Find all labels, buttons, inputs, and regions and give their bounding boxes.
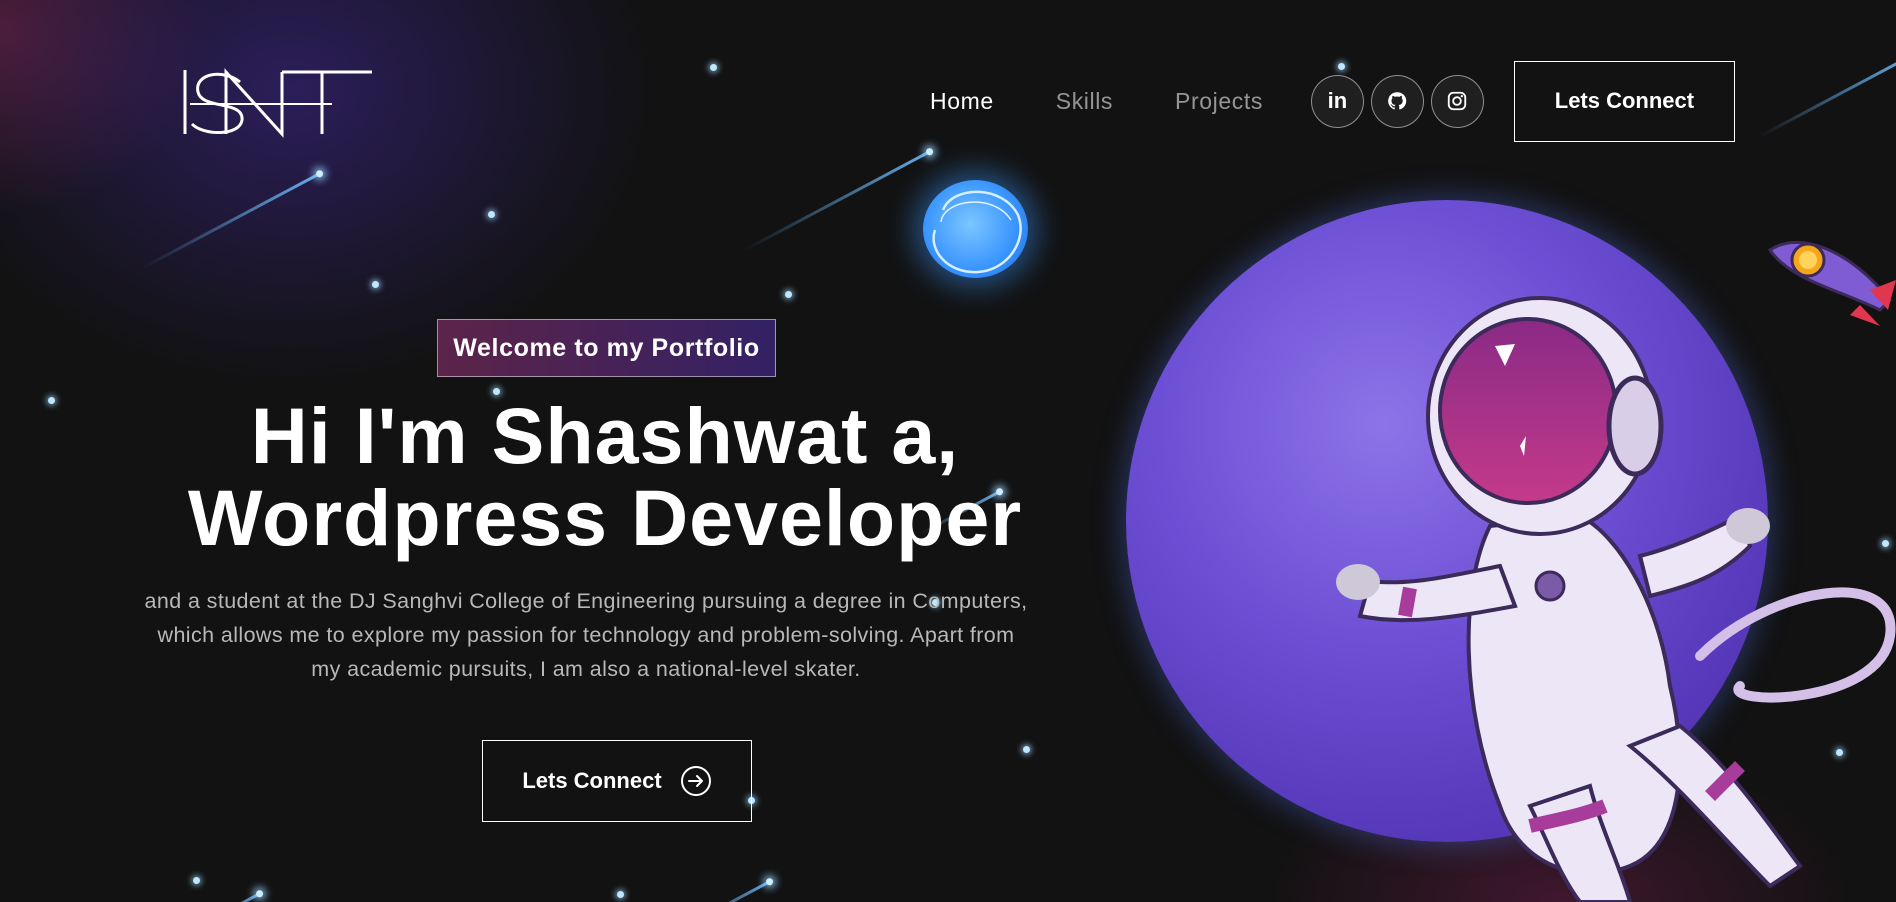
star [710, 64, 717, 71]
hero-headline: Hi I'm Shashwat a, Wordpress Developer [130, 395, 1080, 559]
star [488, 211, 495, 218]
linkedin-glyph: in [1327, 88, 1348, 113]
headline-line-2: Wordpress Developer [187, 473, 1023, 562]
star [193, 877, 200, 884]
rocket-illustration [1767, 240, 1896, 326]
shooting-star [1759, 55, 1896, 138]
moon-outline [932, 190, 1022, 274]
nav-link-home[interactable]: Home [930, 88, 994, 115]
astronaut-illustration [1336, 296, 1896, 902]
star [48, 397, 55, 404]
logo[interactable] [182, 66, 372, 138]
hero-connect-label: Lets Connect [522, 768, 662, 793]
star [785, 291, 792, 298]
shooting-star [142, 172, 321, 269]
star [372, 281, 379, 288]
instagram-icon[interactable] [1430, 74, 1484, 128]
hero-connect-button[interactable]: Lets Connect [482, 740, 752, 822]
social-icons: in [1310, 74, 1484, 128]
hero-bio: and a student at the DJ Sanghvi College … [144, 589, 1028, 681]
linkedin-icon[interactable]: in [1310, 74, 1364, 128]
shooting-star [743, 150, 931, 252]
github-glyph [1388, 92, 1407, 110]
arrow-right-circle-icon [680, 766, 711, 796]
main-nav: Home Skills Projects in Lets Connect [930, 60, 1735, 142]
welcome-tagline: Welcome to my Portfolio [437, 319, 776, 377]
nav-connect-button[interactable]: Lets Connect [1513, 60, 1735, 142]
star [1023, 746, 1030, 753]
star [617, 891, 624, 898]
shooting-star [206, 892, 261, 902]
glowing-moon [923, 180, 1028, 278]
shooting-star [689, 880, 771, 902]
nav-link-skills[interactable]: Skills [1056, 88, 1113, 115]
headline-line-1: Hi I'm Shashwat a, [250, 391, 960, 480]
nav-link-projects[interactable]: Projects [1175, 88, 1263, 115]
instagram-glyph [1448, 91, 1467, 111]
github-icon[interactable] [1370, 74, 1424, 128]
